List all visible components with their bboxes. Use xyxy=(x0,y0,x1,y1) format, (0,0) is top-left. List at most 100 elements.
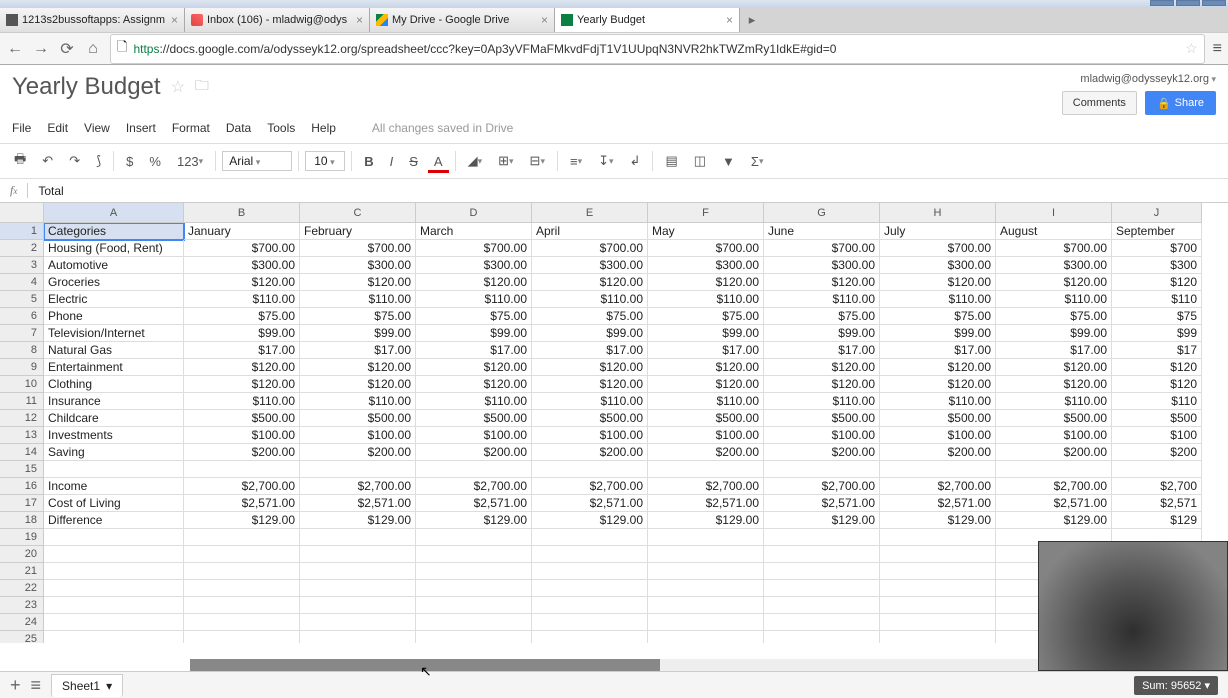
cell-B13[interactable]: $100.00 xyxy=(184,427,300,444)
row-header-5[interactable]: 5 xyxy=(0,291,44,308)
row-header-21[interactable]: 21 xyxy=(0,563,44,580)
cell-A25[interactable] xyxy=(44,631,184,643)
cell-G14[interactable]: $200.00 xyxy=(764,444,880,461)
row-header-25[interactable]: 25 xyxy=(0,631,44,643)
menu-format[interactable]: Format xyxy=(172,121,210,135)
select-all-corner[interactable] xyxy=(0,203,44,223)
cell-B12[interactable]: $500.00 xyxy=(184,410,300,427)
cell-J17[interactable]: $2,571 xyxy=(1112,495,1202,512)
cell-D13[interactable]: $100.00 xyxy=(416,427,532,444)
chrome-menu-icon[interactable]: ≡ xyxy=(1213,40,1222,58)
cell-B3[interactable]: $300.00 xyxy=(184,257,300,274)
browser-tab-2[interactable]: My Drive - Google Drive× xyxy=(370,8,555,32)
share-button[interactable]: 🔒Share xyxy=(1145,91,1216,115)
menu-view[interactable]: View xyxy=(84,121,110,135)
merge-cells-icon[interactable]: ⊟ xyxy=(524,149,551,173)
row-header-22[interactable]: 22 xyxy=(0,580,44,597)
close-window-button[interactable] xyxy=(1202,0,1226,6)
browser-tab-3[interactable]: Yearly Budget× xyxy=(555,8,740,32)
cell-A13[interactable]: Investments xyxy=(44,427,184,444)
cell-A4[interactable]: Groceries xyxy=(44,274,184,291)
cell-A6[interactable]: Phone xyxy=(44,308,184,325)
cell-D19[interactable] xyxy=(416,529,532,546)
row-header-16[interactable]: 16 xyxy=(0,478,44,495)
cell-G5[interactable]: $110.00 xyxy=(764,291,880,308)
quicksum-display[interactable]: Sum: 95652 ▾ xyxy=(1134,676,1218,695)
cell-B5[interactable]: $110.00 xyxy=(184,291,300,308)
cell-G21[interactable] xyxy=(764,563,880,580)
cell-J2[interactable]: $700 xyxy=(1112,240,1202,257)
cell-D15[interactable] xyxy=(416,461,532,478)
cell-F17[interactable]: $2,571.00 xyxy=(648,495,764,512)
wrap-text-icon[interactable]: ↲ xyxy=(624,149,647,173)
cell-D25[interactable] xyxy=(416,631,532,643)
print-icon[interactable]: 🖶 xyxy=(8,146,32,176)
cell-G7[interactable]: $99.00 xyxy=(764,325,880,342)
cell-B1[interactable]: January xyxy=(184,223,300,240)
cell-E18[interactable]: $129.00 xyxy=(532,512,648,529)
account-email[interactable]: mladwig@odysseyk12.org xyxy=(1062,73,1216,85)
cell-E7[interactable]: $99.00 xyxy=(532,325,648,342)
cell-G6[interactable]: $75.00 xyxy=(764,308,880,325)
insert-chart-icon[interactable]: ◫ xyxy=(688,149,712,173)
cell-J8[interactable]: $17 xyxy=(1112,342,1202,359)
cell-A24[interactable] xyxy=(44,614,184,631)
cell-E23[interactable] xyxy=(532,597,648,614)
cell-D23[interactable] xyxy=(416,597,532,614)
cell-F12[interactable]: $500.00 xyxy=(648,410,764,427)
cell-J18[interactable]: $129 xyxy=(1112,512,1202,529)
cell-A21[interactable] xyxy=(44,563,184,580)
fill-color-icon[interactable]: ◢ xyxy=(462,149,489,173)
cell-G8[interactable]: $17.00 xyxy=(764,342,880,359)
cell-J5[interactable]: $110 xyxy=(1112,291,1202,308)
doc-title[interactable]: Yearly Budget xyxy=(12,73,161,101)
col-header-B[interactable]: B xyxy=(184,203,300,223)
move-folder-icon[interactable]: 🗀 xyxy=(195,75,209,99)
cell-C4[interactable]: $120.00 xyxy=(300,274,416,291)
cell-B24[interactable] xyxy=(184,614,300,631)
cell-C11[interactable]: $110.00 xyxy=(300,393,416,410)
cell-G19[interactable] xyxy=(764,529,880,546)
cell-G17[interactable]: $2,571.00 xyxy=(764,495,880,512)
cell-J14[interactable]: $200 xyxy=(1112,444,1202,461)
cell-F23[interactable] xyxy=(648,597,764,614)
row-header-6[interactable]: 6 xyxy=(0,308,44,325)
cell-C7[interactable]: $99.00 xyxy=(300,325,416,342)
tab-close-icon[interactable]: × xyxy=(726,13,733,27)
cell-H20[interactable] xyxy=(880,546,996,563)
sheet-tab-1[interactable]: Sheet1 ▾ xyxy=(51,674,123,697)
cell-D7[interactable]: $99.00 xyxy=(416,325,532,342)
cell-C21[interactable] xyxy=(300,563,416,580)
cell-A20[interactable] xyxy=(44,546,184,563)
cell-E21[interactable] xyxy=(532,563,648,580)
cell-C15[interactable] xyxy=(300,461,416,478)
cell-D5[interactable]: $110.00 xyxy=(416,291,532,308)
cell-G23[interactable] xyxy=(764,597,880,614)
cell-C8[interactable]: $17.00 xyxy=(300,342,416,359)
cell-B9[interactable]: $120.00 xyxy=(184,359,300,376)
cell-G12[interactable]: $500.00 xyxy=(764,410,880,427)
row-header-4[interactable]: 4 xyxy=(0,274,44,291)
cell-A11[interactable]: Insurance xyxy=(44,393,184,410)
cell-B15[interactable] xyxy=(184,461,300,478)
cell-B22[interactable] xyxy=(184,580,300,597)
cell-G10[interactable]: $120.00 xyxy=(764,376,880,393)
cell-B21[interactable] xyxy=(184,563,300,580)
cell-D14[interactable]: $200.00 xyxy=(416,444,532,461)
cell-J7[interactable]: $99 xyxy=(1112,325,1202,342)
cell-I13[interactable]: $100.00 xyxy=(996,427,1112,444)
cell-E9[interactable]: $120.00 xyxy=(532,359,648,376)
cell-E1[interactable]: April xyxy=(532,223,648,240)
cell-H12[interactable]: $500.00 xyxy=(880,410,996,427)
cell-G1[interactable]: June xyxy=(764,223,880,240)
filter-icon[interactable]: ▼ xyxy=(716,150,741,173)
cell-A14[interactable]: Saving xyxy=(44,444,184,461)
cell-D2[interactable]: $700.00 xyxy=(416,240,532,257)
cell-C10[interactable]: $120.00 xyxy=(300,376,416,393)
cell-G18[interactable]: $129.00 xyxy=(764,512,880,529)
cell-E22[interactable] xyxy=(532,580,648,597)
row-header-23[interactable]: 23 xyxy=(0,597,44,614)
col-header-E[interactable]: E xyxy=(532,203,648,223)
menu-insert[interactable]: Insert xyxy=(126,121,156,135)
row-header-18[interactable]: 18 xyxy=(0,512,44,529)
